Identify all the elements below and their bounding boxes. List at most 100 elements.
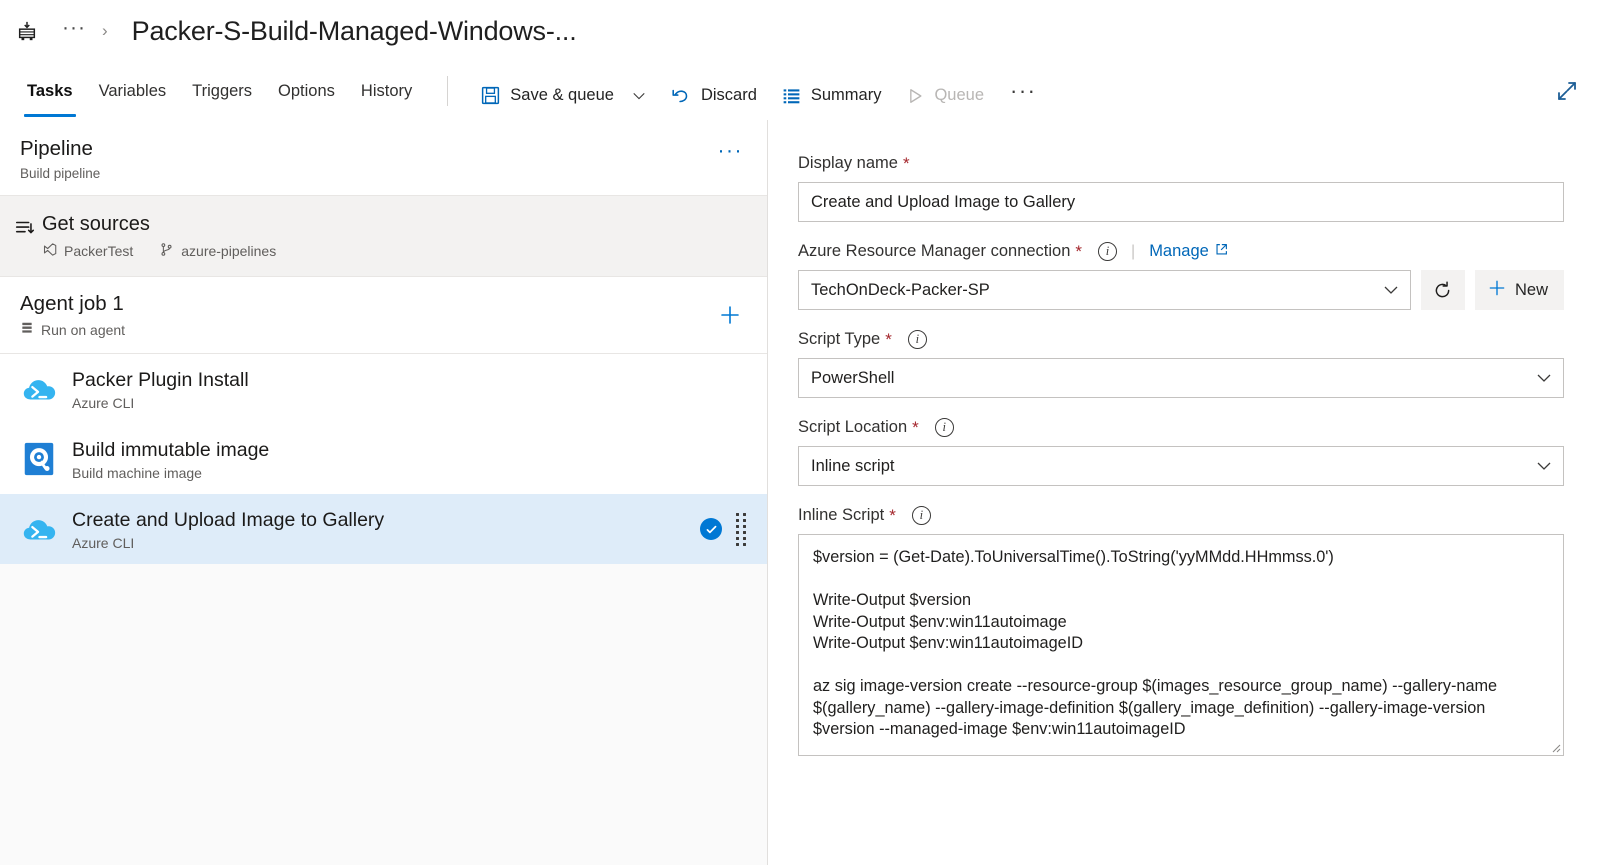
get-sources-title: Get sources <box>42 212 150 235</box>
script-type-select-wrap: PowerShell <box>798 358 1564 398</box>
breadcrumb-separator-icon: › <box>101 21 108 40</box>
required-marker: * <box>902 154 910 173</box>
task-row-actions <box>700 512 753 546</box>
toolbar-actions: Save & queue Discard Summary Queue ··· <box>468 62 1048 120</box>
required-marker: * <box>885 330 892 349</box>
script-location-label: Script Location <box>798 418 908 436</box>
summary-label: Summary <box>810 86 882 104</box>
tab-history[interactable]: History <box>348 62 425 120</box>
task-row[interactable]: Packer Plugin Install Azure CLI <box>0 354 767 424</box>
script-location-select[interactable]: Inline script <box>798 446 1564 486</box>
agent-job-title: Agent job 1 <box>20 291 124 315</box>
packer-disk-icon <box>16 440 62 478</box>
discard-button[interactable]: Discard <box>658 76 769 116</box>
tab-options[interactable]: Options <box>265 62 348 120</box>
repository-item: PackerTest <box>42 242 133 260</box>
queue-button: Queue <box>893 76 996 116</box>
script-type-label: Script Type <box>798 330 881 348</box>
inline-script-textarea[interactable]: $version = (Get-Date).ToUniversalTime().… <box>798 534 1564 756</box>
summary-list-icon <box>781 85 802 106</box>
inline-script-field-group: Inline Script * i $version = (Get-Date).… <box>798 506 1564 756</box>
required-marker: * <box>912 418 919 437</box>
pipeline-title: Pipeline <box>20 137 93 160</box>
breadcrumb: ··· › Packer-S-Build-Managed-Windows-... <box>0 0 1600 62</box>
script-location-label-row: Script Location * i <box>798 418 1564 437</box>
info-icon[interactable]: i <box>934 418 954 437</box>
branch-item: azure-pipelines <box>159 242 276 260</box>
arm-connection-label-row: Azure Resource Manager connection * i | … <box>798 242 1564 261</box>
toolbar-divider <box>447 76 449 106</box>
get-sources-row[interactable]: Get sources PackerTest azure-pipelines <box>0 195 767 277</box>
inline-script-label: Inline Script <box>798 506 885 524</box>
refresh-connections-button[interactable] <box>1420 270 1465 310</box>
task-enabled-check-icon <box>700 518 722 541</box>
script-type-field-group: Script Type * i PowerShell <box>798 330 1564 398</box>
new-connection-label: New <box>1514 280 1548 299</box>
script-type-label-row: Script Type * i <box>798 330 1564 349</box>
arm-connection-label: Azure Resource Manager connection <box>798 242 1071 260</box>
tab-tasks[interactable]: Tasks <box>14 62 86 120</box>
display-name-input[interactable] <box>798 182 1564 222</box>
get-sources-body: Get sources PackerTest azure-pipelines <box>42 212 747 260</box>
script-location-field-group: Script Location * i Inline script <box>798 418 1564 486</box>
get-sources-meta: PackerTest azure-pipelines <box>42 242 747 260</box>
agent-server-icon <box>20 321 34 338</box>
task-text: Packer Plugin Install Azure CLI <box>62 368 753 411</box>
pipeline-subtitle: Build pipeline <box>20 165 101 181</box>
agent-job-subtitle: Run on agent <box>41 321 126 338</box>
queue-label: Queue <box>934 86 985 104</box>
task-subtitle: Build machine image <box>72 464 202 481</box>
tab-bar: Tasks Variables Triggers Options History <box>14 62 425 120</box>
info-icon[interactable]: i <box>907 330 927 349</box>
task-settings-form: Display name * Azure Resource Manager co… <box>768 120 1600 865</box>
main-content: Pipeline Build pipeline ··· Get sources <box>0 120 1600 865</box>
save-and-queue-button[interactable]: Save & queue <box>468 76 658 116</box>
breadcrumb-overflow[interactable]: ··· <box>62 17 86 46</box>
script-location-select-wrap: Inline script <box>798 446 1564 486</box>
arm-connection-select-wrap: TechOnDeck-Packer-SP <box>798 270 1411 310</box>
required-marker: * <box>889 506 896 525</box>
task-title: Create and Upload Image to Gallery <box>72 508 385 531</box>
script-type-select[interactable]: PowerShell <box>798 358 1564 398</box>
pipeline-header[interactable]: Pipeline Build pipeline ··· <box>0 120 767 196</box>
task-list: Packer Plugin Install Azure CLI Build im… <box>0 354 767 565</box>
arm-connection-select[interactable]: TechOnDeck-Packer-SP <box>798 270 1411 310</box>
pipeline-header-text: Pipeline Build pipeline <box>20 136 100 181</box>
agent-job-text: Agent job 1 Run on agent <box>20 292 125 339</box>
inline-script-wrap: $version = (Get-Date).ToUniversalTime().… <box>798 534 1564 756</box>
agent-job-row[interactable]: Agent job 1 Run on agent <box>0 276 767 355</box>
task-row-selected[interactable]: Create and Upload Image to Gallery Azure… <box>0 494 767 565</box>
repository-name: PackerTest <box>64 242 134 259</box>
task-title: Packer Plugin Install <box>72 368 249 391</box>
pipeline-tree-panel: Pipeline Build pipeline ··· Get sources <box>0 120 768 865</box>
plus-icon <box>1487 278 1507 303</box>
external-link-icon <box>1215 242 1228 261</box>
undo-icon <box>670 85 692 107</box>
add-task-button[interactable] <box>715 300 745 330</box>
manage-connection-link[interactable]: Manage <box>1149 242 1228 261</box>
summary-button[interactable]: Summary <box>769 76 894 116</box>
info-icon[interactable]: i <box>1098 242 1118 261</box>
toolbar: Tasks Variables Triggers Options History… <box>0 62 1600 120</box>
get-sources-icon <box>8 212 42 239</box>
new-connection-button[interactable]: New <box>1474 270 1564 310</box>
info-icon[interactable]: i <box>911 506 931 525</box>
tab-triggers[interactable]: Triggers <box>179 62 265 120</box>
pipeline-menu-button[interactable]: ··· <box>714 136 747 171</box>
expand-diagonal-icon[interactable] <box>1550 74 1584 108</box>
arm-connection-row: TechOnDeck-Packer-SP New <box>798 270 1564 310</box>
tab-variables[interactable]: Variables <box>86 62 180 120</box>
required-marker: * <box>1075 242 1083 261</box>
azure-cli-icon <box>16 510 62 548</box>
task-row[interactable]: Build immutable image Build machine imag… <box>0 424 767 494</box>
chevron-down-icon[interactable] <box>632 89 646 103</box>
toolbar-overflow-button[interactable]: ··· <box>996 76 1048 116</box>
arm-connection-field-group: Azure Resource Manager connection * i | … <box>798 242 1564 310</box>
agent-job-subtitle-wrap: Run on agent <box>20 321 125 338</box>
page-title: Packer-S-Build-Managed-Windows-... <box>131 15 577 46</box>
task-drag-handle[interactable] <box>736 512 747 546</box>
save-and-queue-label: Save & queue <box>510 86 614 104</box>
display-name-field-group: Display name * <box>798 154 1564 222</box>
manage-link-label: Manage <box>1149 242 1209 260</box>
task-text: Create and Upload Image to Gallery Azure… <box>62 508 700 551</box>
